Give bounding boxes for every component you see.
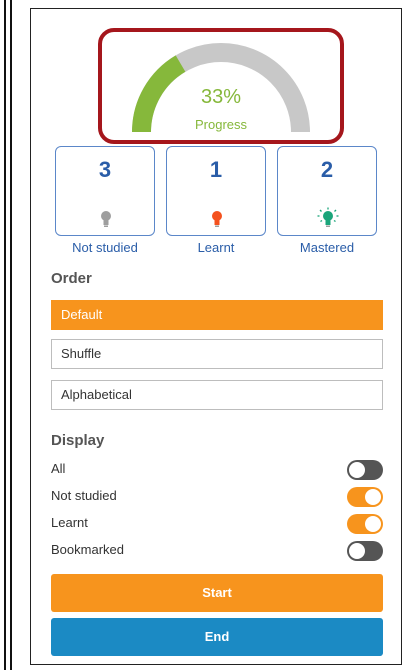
stat-label-mastered: Mastered — [299, 240, 355, 255]
stat-card-learnt[interactable]: 1 — [166, 146, 266, 236]
toggle-learnt[interactable] — [347, 514, 383, 534]
order-option-shuffle[interactable]: Shuffle — [51, 339, 383, 369]
stat-count: 3 — [98, 157, 112, 182]
window-border-inner — [10, 0, 12, 670]
window-border-outer — [4, 0, 6, 670]
bulb-red-icon — [212, 211, 222, 227]
toggle-all[interactable] — [347, 460, 383, 480]
stat-card-not-studied[interactable]: 3 — [55, 146, 155, 236]
bulb-green-glow-icon — [317, 207, 339, 227]
display-label-not-studied: Not studied — [51, 488, 117, 503]
toggle-bookmarked[interactable] — [347, 541, 383, 561]
stat-count: 2 — [320, 157, 334, 182]
toggle-not-studied[interactable] — [347, 487, 383, 507]
display-label-all: All — [51, 461, 66, 476]
order-option-default[interactable]: Default — [51, 300, 383, 330]
order-option-alphabetical[interactable]: Alphabetical — [51, 380, 383, 410]
display-label-bookmarked: Bookmarked — [51, 542, 124, 557]
stat-card-mastered[interactable]: 2 — [277, 146, 377, 236]
order-title: Order — [51, 270, 92, 287]
stat-label-not-studied: Not studied — [72, 240, 138, 255]
display-label-learnt: Learnt — [51, 515, 88, 530]
stat-count: 1 — [209, 157, 223, 182]
start-button[interactable]: Start — [51, 574, 383, 612]
stat-label-learnt: Learnt — [197, 240, 235, 255]
bulb-gray-icon — [101, 211, 111, 227]
end-button[interactable]: End — [51, 618, 383, 656]
gauge-highlight-box — [98, 28, 344, 144]
display-title: Display — [51, 432, 105, 449]
